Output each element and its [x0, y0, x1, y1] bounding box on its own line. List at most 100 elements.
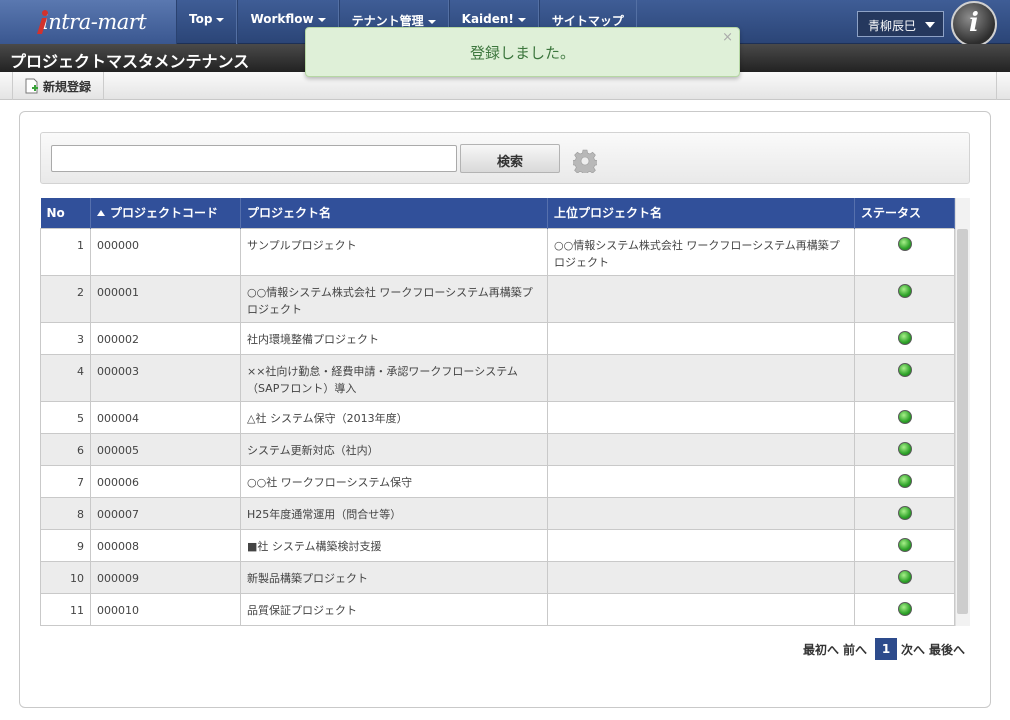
- cell-code: 000006: [90, 464, 241, 498]
- status-active-icon: [897, 409, 912, 424]
- user-menu-select[interactable]: 青柳辰巳: [857, 11, 944, 37]
- cell-status: [854, 353, 955, 402]
- status-active-icon: [897, 537, 912, 552]
- cell-code: 000005: [90, 432, 241, 466]
- chevron-down-icon: [517, 17, 526, 22]
- cell-name: システム更新対応（社内）: [240, 432, 548, 466]
- nav-kaiden-label: Kaiden!: [461, 12, 514, 26]
- chevron-down-icon: [925, 22, 935, 28]
- table-row[interactable]: 7 000006 ○○社 ワークフローシステム保守: [40, 464, 955, 498]
- cell-status: [854, 528, 955, 562]
- table-row[interactable]: 3 000002 社内環境整備プロジェクト: [40, 321, 955, 355]
- col-header-parent-project[interactable]: 上位プロジェクト名: [547, 198, 855, 228]
- pager-last[interactable]: 最後へ: [929, 641, 965, 658]
- table-row[interactable]: 9 000008 ■社 システム構築検討支援: [40, 528, 955, 562]
- table-row[interactable]: 1 000000 サンプルプロジェクト ○○情報システム株式会社 ワークフローシ…: [40, 227, 955, 276]
- user-name: 青柳辰巳: [868, 19, 917, 33]
- success-toast: 登録しました。 ×: [305, 27, 740, 77]
- cell-code: 000010: [90, 592, 241, 626]
- cell-code: 000009: [90, 560, 241, 594]
- search-button[interactable]: 検索: [460, 144, 560, 173]
- cell-no: 11: [40, 592, 91, 626]
- cell-parent: [547, 321, 855, 355]
- cell-code: 000003: [90, 353, 241, 402]
- cell-parent: [547, 496, 855, 530]
- cell-parent: [547, 432, 855, 466]
- cell-status: [854, 496, 955, 530]
- cell-name: ○○社 ワークフローシステム保守: [240, 464, 548, 498]
- cell-no: 9: [40, 528, 91, 562]
- status-active-icon: [897, 362, 912, 377]
- cell-parent: [547, 400, 855, 434]
- status-active-icon: [897, 473, 912, 488]
- page-title: プロジェクトマスタメンテナンス: [10, 52, 250, 71]
- cell-status: [854, 464, 955, 498]
- cell-status: [854, 432, 955, 466]
- status-active-icon: [897, 330, 912, 345]
- pager-current-page[interactable]: 1: [875, 638, 898, 660]
- cell-code: 000001: [90, 274, 241, 323]
- cell-parent: [547, 353, 855, 402]
- cell-code: 000007: [90, 496, 241, 530]
- cell-parent: [547, 274, 855, 323]
- gear-icon[interactable]: [573, 149, 597, 173]
- table-row[interactable]: 8 000007 H25年度通常運用（問合せ等）: [40, 496, 955, 530]
- table-header-row: No プロジェクトコード プロジェクト名 上位プロジェクト名 ステータス: [40, 198, 955, 228]
- cell-no: 8: [40, 496, 91, 530]
- pager-prev[interactable]: 前へ: [843, 641, 867, 658]
- table-row[interactable]: 4 000003 ××社向け勤怠・経費申請・承認ワークフローシステム（SAPフロ…: [40, 353, 955, 402]
- col-header-status-label: ステータス: [861, 206, 922, 221]
- cell-code: 000000: [90, 227, 241, 276]
- table-row[interactable]: 10 000009 新製品構築プロジェクト: [40, 560, 955, 594]
- nav-sitemap-label: サイトマップ: [551, 14, 624, 28]
- status-active-icon: [897, 283, 912, 298]
- cell-parent: [547, 592, 855, 626]
- chevron-down-icon: [427, 19, 436, 24]
- intra-mart-logo[interactable]: intra-mart: [0, 0, 176, 44]
- new-register-label: 新規登録: [43, 80, 92, 94]
- cell-status: [854, 321, 955, 355]
- status-active-icon: [897, 601, 912, 616]
- status-active-icon: [897, 441, 912, 456]
- nav-tenant-admin-label: テナント管理: [351, 14, 424, 28]
- cell-name: H25年度通常運用（問合せ等）: [240, 496, 548, 530]
- cell-parent: [547, 528, 855, 562]
- pager-first[interactable]: 最初へ: [803, 641, 839, 658]
- cell-no: 5: [40, 400, 91, 434]
- close-icon[interactable]: ×: [722, 30, 733, 45]
- new-register-button[interactable]: 新規登録: [12, 72, 105, 100]
- table-scroll-thumb[interactable]: [957, 229, 968, 614]
- table-row[interactable]: 6 000005 システム更新対応（社内）: [40, 432, 955, 466]
- col-header-status[interactable]: ステータス: [854, 198, 955, 228]
- col-header-project-name-label: プロジェクト名: [247, 206, 332, 221]
- cell-name: ○○情報システム株式会社 ワークフローシステム再構築プロジェクト: [240, 274, 548, 323]
- col-header-project-name[interactable]: プロジェクト名: [240, 198, 548, 228]
- cell-name: サンプルプロジェクト: [240, 227, 548, 276]
- cell-status: [854, 274, 955, 323]
- cell-name: △社 システム保守（2013年度）: [240, 400, 548, 434]
- cell-status: [854, 400, 955, 434]
- cell-parent: [547, 464, 855, 498]
- col-header-project-code-label: プロジェクトコード: [110, 206, 219, 221]
- nav-workflow-label: Workflow: [250, 12, 314, 26]
- info-icon[interactable]: i: [951, 1, 997, 47]
- logo-mark-icon: [37, 10, 48, 34]
- cell-name: 品質保証プロジェクト: [240, 592, 548, 626]
- toolbar-divider: [996, 72, 997, 100]
- cell-name: ××社向け勤怠・経費申請・承認ワークフローシステム（SAPフロント）導入: [240, 353, 548, 402]
- search-input[interactable]: [51, 145, 457, 172]
- col-header-no[interactable]: No: [40, 198, 91, 228]
- nav-top[interactable]: Top: [176, 0, 238, 44]
- table-row[interactable]: 5 000004 △社 システム保守（2013年度）: [40, 400, 955, 434]
- cell-no: 10: [40, 560, 91, 594]
- table-row[interactable]: 2 000001 ○○情報システム株式会社 ワークフローシステム再構築プロジェク…: [40, 274, 955, 323]
- toast-message: 登録しました。: [469, 44, 575, 62]
- cell-status: [854, 560, 955, 594]
- pager-next[interactable]: 次へ: [901, 641, 925, 658]
- col-header-project-code[interactable]: プロジェクトコード: [90, 198, 241, 228]
- cell-no: 1: [40, 227, 91, 276]
- status-active-icon: [897, 236, 912, 251]
- cell-name: 社内環境整備プロジェクト: [240, 321, 548, 355]
- logo-text: intra-mart: [42, 10, 147, 34]
- table-row[interactable]: 11 000010 品質保証プロジェクト: [40, 592, 955, 626]
